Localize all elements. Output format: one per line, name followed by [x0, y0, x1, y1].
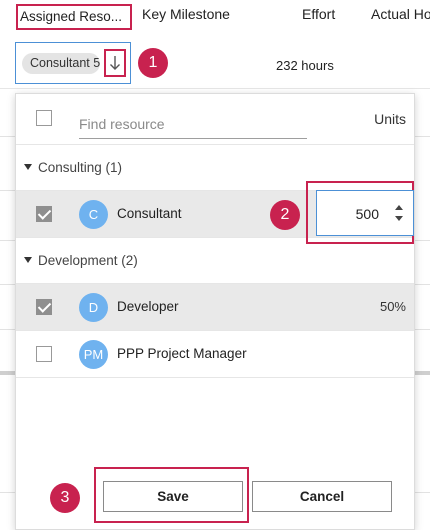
resource-checkbox[interactable] — [36, 299, 52, 315]
units-column-header: Units — [374, 111, 406, 127]
callout-badge-2: 2 — [270, 200, 300, 230]
spin-down-icon[interactable] — [395, 216, 403, 221]
collapse-triangle-icon[interactable] — [24, 164, 32, 170]
open-picker-button[interactable] — [104, 49, 126, 77]
callout-badge-3: 3 — [50, 483, 80, 513]
find-resource-input[interactable] — [79, 110, 307, 139]
group-label: Development (2) — [38, 253, 138, 268]
cancel-button[interactable]: Cancel — [252, 481, 392, 512]
grid-divider — [415, 492, 430, 493]
grid-divider — [0, 190, 15, 191]
save-button[interactable]: Save — [103, 481, 243, 512]
column-header-actual-hours[interactable]: Actual Ho — [371, 6, 430, 22]
resource-name: Consultant — [117, 206, 182, 221]
column-header-assigned-resources[interactable]: Assigned Reso... — [16, 4, 132, 30]
resource-name: Developer — [117, 299, 179, 314]
select-all-checkbox[interactable] — [36, 110, 52, 126]
callout-badge-1: 1 — [138, 48, 168, 78]
grid-divider — [415, 240, 430, 241]
resource-row-developer[interactable]: D Developer 50% — [16, 284, 414, 331]
resource-picker-popup: Units Consulting (1) C Consultant Develo… — [15, 93, 415, 530]
resource-name: PPP Project Manager — [117, 346, 247, 361]
avatar: D — [79, 293, 108, 322]
resource-checkbox[interactable] — [36, 206, 52, 222]
column-header-key-milestone[interactable]: Key Milestone — [142, 6, 230, 22]
grid-divider — [0, 284, 15, 285]
column-header-effort[interactable]: Effort — [302, 6, 335, 22]
grid-divider — [415, 329, 430, 330]
group-label: Consulting (1) — [38, 160, 123, 175]
grid-section-divider — [415, 371, 430, 375]
resource-picker-cell[interactable]: Consultant 5 — [15, 42, 131, 84]
resource-row-project-manager[interactable]: PM PPP Project Manager — [16, 331, 414, 378]
grid-divider — [415, 136, 430, 137]
resource-checkbox[interactable] — [36, 346, 52, 362]
avatar: C — [79, 200, 108, 229]
resource-pill[interactable]: Consultant 5 — [22, 53, 100, 74]
collapse-triangle-icon[interactable] — [24, 257, 32, 263]
grid-header: Assigned Reso... Key Milestone Effort Ac… — [0, 0, 430, 41]
units-input[interactable]: 500 — [316, 190, 414, 236]
group-header-development[interactable]: Development (2) — [16, 239, 414, 284]
spin-up-icon[interactable] — [395, 205, 403, 210]
resource-units: 50% — [379, 299, 406, 314]
avatar: PM — [79, 340, 108, 369]
grid-divider — [0, 240, 15, 241]
grid-divider — [415, 284, 430, 285]
grid-divider — [0, 492, 15, 493]
units-value[interactable]: 500 — [356, 206, 379, 222]
search-row: Units — [16, 94, 414, 145]
arrow-down-icon — [110, 56, 120, 70]
grid-section-divider — [0, 371, 15, 375]
grid-divider — [0, 136, 15, 137]
grid-divider — [0, 329, 15, 330]
effort-value: 232 hours — [276, 58, 334, 73]
